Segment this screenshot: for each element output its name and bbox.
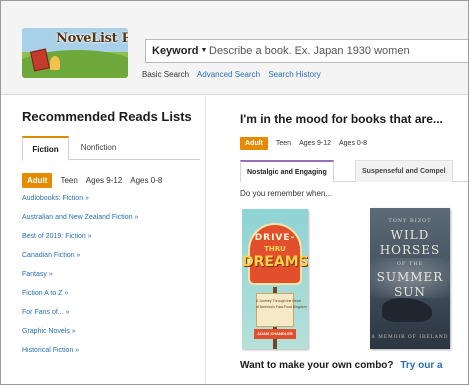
audience-ages-0-8[interactable]: Ages 0-8 — [130, 176, 162, 185]
book-cover-wild-horses-of-the-summer-sun[interactable]: TONY BIZOT WILD HORSES OF THE SUMMER SUN… — [370, 208, 450, 349]
mood-prompt: Do you remember when... — [240, 189, 333, 198]
advanced-search-link[interactable]: Advanced Search — [197, 70, 260, 79]
combo-prompt: Want to make your own combo? Try our a — [240, 360, 443, 371]
search-input[interactable] — [207, 40, 468, 62]
recommended-reads-panel: Recommended Reads Lists Fiction Nonficti… — [1, 96, 206, 384]
list-item-canadian-fiction[interactable]: Canadian Fiction » — [22, 251, 192, 260]
cover-title-line: THRU — [264, 245, 286, 253]
cover-title-line: HORSES — [379, 243, 441, 257]
logo-text: NoveList Plus — [56, 31, 128, 46]
header: NoveList Plus Keyword ▼ Basic Search Adv… — [1, 1, 468, 95]
mood-tabs: Nostalgic and Engaging Suspenseful and C… — [240, 160, 468, 183]
cover-title-line: SUMMER — [376, 270, 444, 284]
audience-teen[interactable]: Teen — [60, 176, 77, 185]
audience-adult[interactable]: Adult — [22, 172, 53, 188]
cover-title-line: DRIVE- — [254, 233, 296, 243]
list-item-australian-nz-fiction[interactable]: Australian and New Zealand Fiction » — [22, 213, 192, 222]
list-item-historical-fiction[interactable]: Historical Fiction » — [22, 346, 192, 355]
list-item-for-fans-of[interactable]: For Fans of... » — [22, 308, 192, 317]
basic-search-link[interactable]: Basic Search — [142, 70, 189, 79]
recommended-reads-list: Audiobooks: Fiction » Australian and New… — [22, 194, 192, 365]
list-item-fantasy[interactable]: Fantasy » — [22, 270, 192, 279]
cover-title-line: SUN — [394, 285, 426, 299]
tab-nonfiction[interactable]: Nonfiction — [71, 136, 126, 160]
audience-ages-9-12[interactable]: Ages 9-12 — [86, 176, 122, 185]
search-field-label: Keyword — [152, 45, 199, 57]
mood-audience-ages-0-8[interactable]: Ages 0-8 — [339, 140, 367, 147]
mood-panel: I'm in the mood for books that are... Ad… — [207, 96, 468, 384]
mood-title: I'm in the mood for books that are... — [240, 112, 443, 126]
cover-horse-silhouette — [382, 298, 432, 322]
mood-audience-teen[interactable]: Teen — [276, 140, 291, 147]
combo-text: Want to make your own combo? — [240, 360, 394, 371]
cover-title-line: DREAMS — [242, 254, 308, 270]
search-field-select[interactable]: Keyword ▼ — [146, 40, 211, 62]
combo-link[interactable]: Try our a — [400, 360, 442, 371]
list-item-graphic-novels[interactable]: Graphic Novels » — [22, 327, 192, 336]
cover-author: TONY BIZOT — [388, 218, 432, 224]
cover-subtitle: of America's Fast-Food Kingdom — [256, 305, 307, 309]
mood-audience-filter: Adult Teen Ages 9-12 Ages 0-8 — [240, 135, 375, 151]
search-history-link[interactable]: Search History — [268, 70, 320, 79]
cover-subtitle: A MEMOIR OF IRELAND — [371, 335, 449, 340]
search-links: Basic Search Advanced Search Search Hist… — [142, 70, 327, 79]
cover-subtitle: A Journey Through the Heart — [256, 299, 301, 303]
tab-suspenseful-and-compelling[interactable]: Suspenseful and Compel — [355, 160, 453, 182]
mood-audience-ages-9-12[interactable]: Ages 9-12 — [299, 140, 331, 147]
logo-reader-icon — [50, 56, 60, 70]
list-item-audiobooks-fiction[interactable]: Audiobooks: Fiction » — [22, 194, 192, 203]
mood-audience-adult[interactable]: Adult — [240, 136, 268, 150]
list-item-best-of-2019-fiction[interactable]: Best of 2019: Fiction » — [22, 232, 192, 241]
cover-author: ADAM CHANDLER — [254, 329, 296, 339]
novelist-plus-logo[interactable]: NoveList Plus — [22, 28, 128, 78]
recommended-reads-tabs: Fiction Nonfiction — [22, 136, 200, 161]
tab-fiction[interactable]: Fiction — [22, 136, 69, 161]
list-item-fiction-a-to-z[interactable]: Fiction A to Z » — [22, 289, 192, 298]
recommended-audience-filter: Adult Teen Ages 9-12 Ages 0-8 — [22, 172, 170, 188]
book-cover-drive-thru-dreams[interactable]: DRIVE- THRU DREAMS A Journey Through the… — [242, 209, 308, 349]
search-bar: Keyword ▼ — [145, 39, 468, 63]
cover-title-line: OF THE — [396, 261, 424, 267]
cover-title-line: WILD — [390, 228, 430, 242]
tab-nostalgic-and-engaging[interactable]: Nostalgic and Engaging — [240, 160, 334, 183]
recommended-reads-title: Recommended Reads Lists — [22, 109, 192, 124]
app-window: NoveList Plus Keyword ▼ Basic Search Adv… — [0, 0, 469, 385]
